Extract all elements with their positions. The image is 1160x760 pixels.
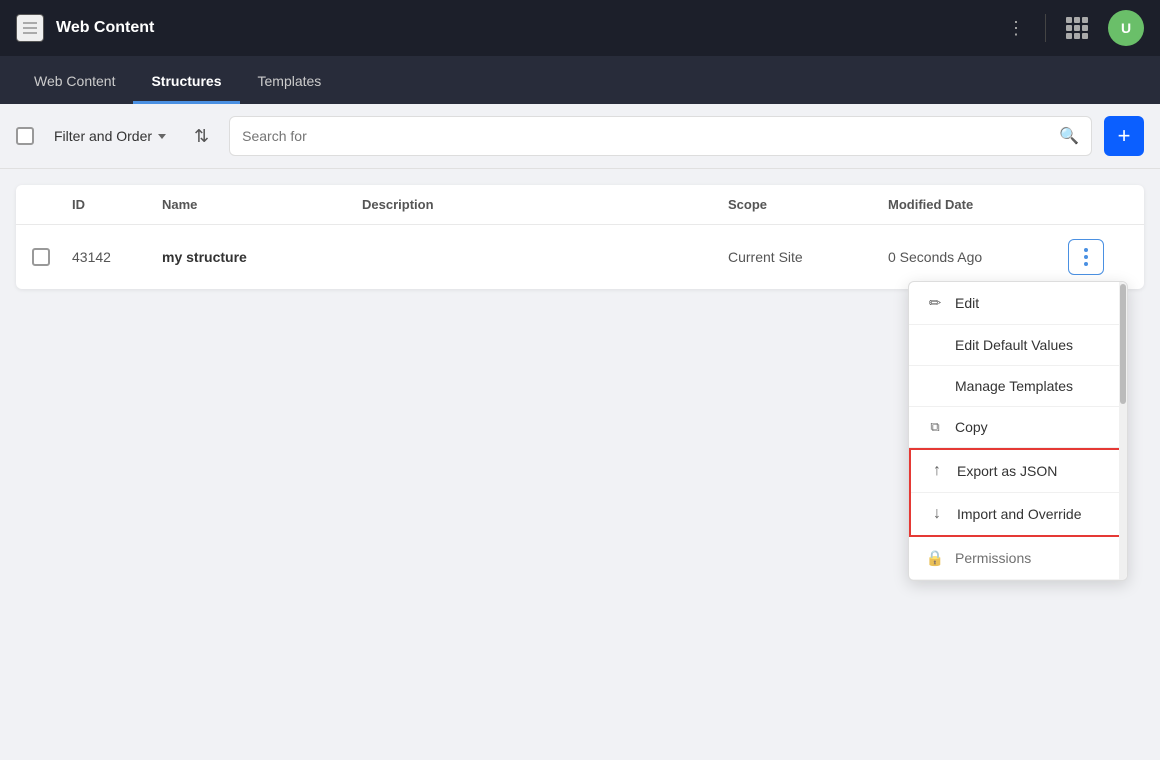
menu-item-edit-default-values-label: Edit Default Values: [955, 337, 1073, 353]
sidebar-toggle-icon: [23, 22, 37, 34]
search-icon[interactable]: 🔍: [1059, 126, 1079, 146]
menu-item-manage-templates-label: Manage Templates: [955, 378, 1073, 394]
menu-item-copy-label: Copy: [955, 419, 988, 435]
top-bar: Web Content ⋮ U: [0, 0, 1160, 56]
menu-item-permissions-label: Permissions: [955, 550, 1031, 566]
filter-order-label: Filter and Order: [54, 128, 152, 144]
plus-icon: +: [1118, 123, 1131, 149]
menu-item-manage-templates[interactable]: Manage Templates: [909, 366, 1127, 407]
nav-tabs: Web Content Structures Templates: [0, 56, 1160, 104]
toolbar: Filter and Order ⇅ 🔍 +: [0, 104, 1160, 169]
menu-item-edit-label: Edit: [955, 295, 979, 311]
search-input[interactable]: [242, 128, 1059, 144]
row-name: my structure: [162, 249, 362, 265]
table-header: ID Name Description Scope Modified Date: [16, 185, 1144, 225]
content-area: ID Name Description Scope Modified Date …: [0, 169, 1160, 305]
table-row: 43142 my structure Current Site 0 Second…: [16, 225, 1144, 289]
sidebar-toggle[interactable]: [16, 14, 44, 42]
menu-item-edit[interactable]: ✏ Edit: [909, 282, 1127, 325]
menu-item-permissions[interactable]: 🔒 Permissions: [909, 537, 1127, 580]
col-description: Description: [362, 197, 728, 212]
row-checkbox[interactable]: [32, 248, 72, 266]
grid-icon: [1066, 17, 1088, 39]
row-scope: Current Site: [728, 249, 888, 265]
table-container: ID Name Description Scope Modified Date …: [16, 185, 1144, 289]
edit-icon: ✏: [925, 294, 945, 312]
vertical-divider: [1045, 14, 1046, 42]
sort-button[interactable]: ⇅: [186, 122, 217, 151]
chevron-down-icon: [158, 134, 166, 139]
context-menu: ✏ Edit Edit Default Values Manage Templa…: [908, 281, 1128, 581]
menu-item-edit-default-values[interactable]: Edit Default Values: [909, 325, 1127, 366]
col-scope: Scope: [728, 197, 888, 212]
export-icon: ↑: [927, 462, 947, 480]
top-bar-right: ⋮ U: [1003, 10, 1144, 46]
col-checkbox: [32, 197, 72, 212]
sort-icon: ⇅: [194, 126, 209, 147]
menu-item-copy[interactable]: ⧉ Copy: [909, 407, 1127, 448]
grid-apps-button[interactable]: [1062, 13, 1092, 43]
app-title: Web Content: [56, 19, 154, 37]
add-button[interactable]: +: [1104, 116, 1144, 156]
col-modified-date: Modified Date: [888, 197, 1068, 212]
tab-templates[interactable]: Templates: [240, 61, 340, 104]
permissions-icon: 🔒: [925, 549, 945, 567]
three-dots-icon: [1084, 248, 1088, 266]
ellipsis-icon: ⋮: [1007, 18, 1025, 39]
tab-structures[interactable]: Structures: [133, 61, 239, 104]
menu-item-export-json-label: Export as JSON: [957, 463, 1057, 479]
row-id: 43142: [72, 249, 162, 265]
filter-order-button[interactable]: Filter and Order: [46, 122, 174, 150]
top-bar-left: Web Content: [16, 14, 154, 42]
avatar[interactable]: U: [1108, 10, 1144, 46]
row-actions: ✏ Edit Edit Default Values Manage Templa…: [1068, 239, 1128, 275]
row-action-button[interactable]: [1068, 239, 1104, 275]
import-icon: ↓: [927, 505, 947, 523]
col-name: Name: [162, 197, 362, 212]
menu-item-import-override-label: Import and Override: [957, 506, 1082, 522]
export-import-group: ↑ Export as JSON ↓ Import and Override: [909, 448, 1127, 537]
more-options-button[interactable]: ⋮: [1003, 14, 1029, 43]
col-actions: [1068, 197, 1128, 212]
row-modified-date: 0 Seconds Ago: [888, 249, 1068, 265]
menu-item-export-json[interactable]: ↑ Export as JSON: [911, 450, 1125, 493]
tab-web-content[interactable]: Web Content: [16, 61, 133, 104]
copy-icon: ⧉: [925, 419, 945, 435]
dropdown-scrollbar-thumb: [1120, 284, 1126, 404]
select-all-checkbox[interactable]: [16, 127, 34, 145]
search-bar: 🔍: [229, 116, 1092, 156]
dropdown-scrollbar[interactable]: [1119, 282, 1127, 580]
col-id: ID: [72, 197, 162, 212]
menu-item-import-override[interactable]: ↓ Import and Override: [911, 493, 1125, 535]
